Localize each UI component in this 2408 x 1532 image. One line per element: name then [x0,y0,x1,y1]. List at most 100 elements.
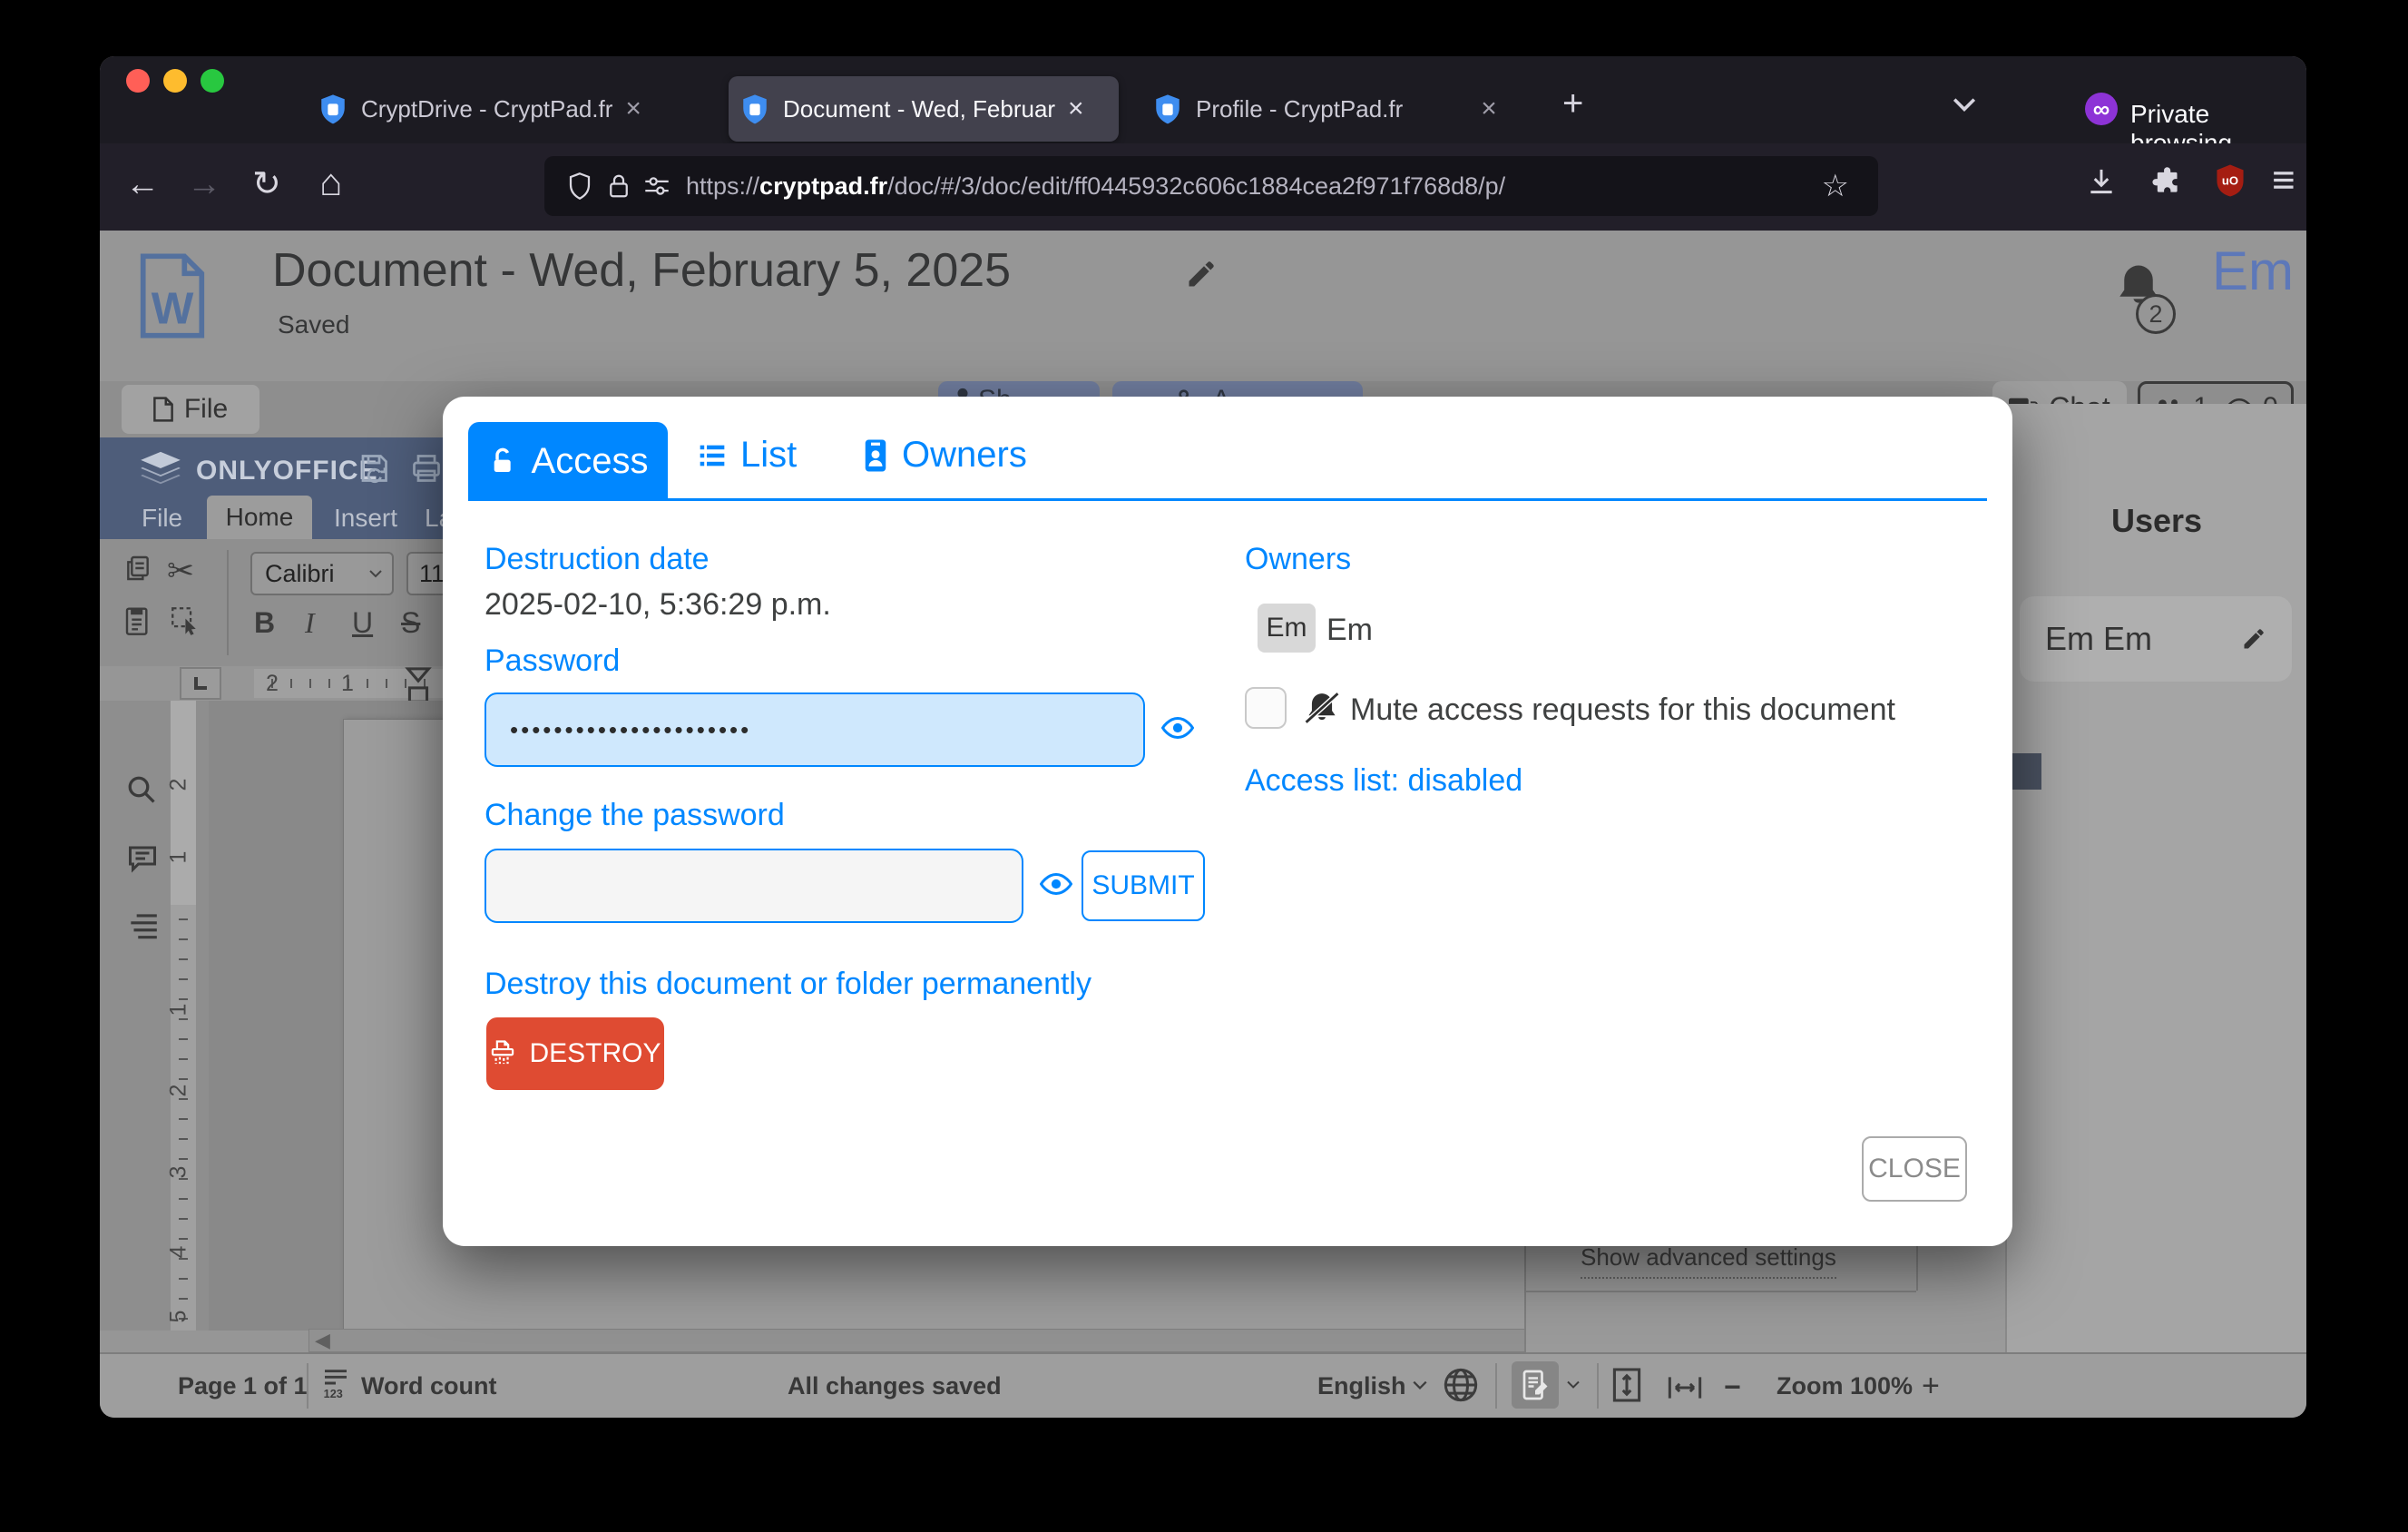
vertical-ruler[interactable]: 2 1 1 2 3 4 5 [171,701,196,1331]
destruction-date-label: Destruction date [485,542,710,577]
permissions-icon[interactable] [644,175,670,197]
tab-stop-selector[interactable] [180,667,221,700]
fit-page-icon[interactable] [1611,1365,1642,1405]
back-icon[interactable]: ← [125,167,160,201]
new-tab-button[interactable]: + [1562,83,1583,124]
list-icon [697,441,728,470]
editing-mode-button[interactable] [1512,1361,1559,1409]
paste-icon[interactable] [123,604,152,637]
underline-button[interactable]: U [352,606,373,640]
select-all-icon[interactable] [169,604,200,635]
extension-puzzle-icon[interactable] [2152,167,2181,196]
destroy-label: Destroy this document or folder permanen… [485,967,1091,1002]
navigation-headings-icon[interactable] [125,911,160,940]
horizontal-scrollbar[interactable]: ◀ ▶ [308,1329,1590,1352]
chevron-down-icon[interactable] [1412,1380,1428,1390]
user-name: Em Em [2045,620,2152,658]
close-button[interactable]: CLOSE [1862,1136,1967,1202]
tracking-shield-icon[interactable] [568,172,592,200]
tab-list[interactable]: List [697,435,797,476]
ruler-margin-band [171,701,196,905]
comments-icon[interactable] [125,842,160,875]
reveal-password-eye-icon[interactable] [1161,716,1194,740]
oo-tab-file[interactable]: File [142,504,182,533]
close-window-button[interactable] [126,69,150,93]
menu-hamburger-icon[interactable]: ≡ [2272,163,2295,198]
tab-title: Document - Wed, February 5, 2 [783,95,1055,123]
strikethrough-button[interactable]: S [401,606,420,640]
italic-button[interactable]: I [305,606,315,640]
font-name-select[interactable]: Calibri [250,552,394,595]
save-icon[interactable] [357,452,390,485]
word-count-icon: 123 [321,1367,350,1399]
save-status: Saved [278,310,349,339]
tab-access-active[interactable]: Access [468,422,668,500]
oo-tab-home-active[interactable]: Home [207,496,312,539]
language-label[interactable]: English [1317,1372,1406,1400]
oo-tab-insert[interactable]: Insert [334,504,397,533]
fit-width-icon[interactable] [1666,1374,1704,1401]
user-card[interactable]: Em Em [2020,596,2292,682]
search-icon[interactable] [125,773,158,806]
home-icon[interactable]: ⌂ [319,165,342,200]
avatar[interactable]: Em [2212,240,2294,302]
shredder-icon [489,1039,516,1068]
reload-icon[interactable]: ↻ [252,167,281,201]
toolbar-divider [227,550,229,655]
tab-close-icon[interactable]: × [1481,93,1497,124]
users-panel-title: Users [2007,502,2306,540]
tab-strip: CryptDrive - CryptPad.fr × Document - We… [100,56,2306,143]
file-menu-button[interactable]: File [122,385,259,434]
chevron-down-icon[interactable] [1566,1380,1581,1390]
scroll-left-arrow[interactable]: ◀ [315,1331,330,1350]
screenshot-root: CryptDrive - CryptPad.fr × Document - We… [0,0,2408,1532]
changes-saved-label: All changes saved [788,1372,1002,1400]
zoom-window-button[interactable] [201,69,224,93]
tab-profile[interactable]: Profile - CryptPad.fr × [1141,76,1533,142]
rename-pencil-icon[interactable] [1185,258,1218,290]
password-input[interactable]: •••••••••••••••••••••• [485,692,1145,767]
access-modal: Access List Owners Destruction date 2025… [443,397,2012,1246]
zoom-in-button[interactable]: + [1922,1369,1940,1404]
list-tabs-chevron-icon[interactable] [1951,96,1978,113]
reveal-new-password-eye-icon[interactable] [1040,872,1072,896]
url-bar[interactable]: https://cryptpad.fr/doc/#/3/doc/edit/ff0… [544,156,1878,216]
status-divider [1597,1363,1599,1409]
cryptpad-shield-icon [319,93,347,124]
new-password-input[interactable] [485,849,1023,923]
submit-button[interactable]: SUBMIT [1082,850,1205,921]
copy-icon[interactable] [123,554,152,583]
tab-owners[interactable]: Owners [862,435,1027,476]
cut-scissors-icon[interactable]: ✂ [167,552,194,590]
word-count-label[interactable]: Word count [361,1372,496,1400]
tab-document-active[interactable]: Document - Wed, February 5, 2 × [729,76,1119,142]
onlyoffice-brand: ONLYOFFICE [196,456,378,486]
minimize-window-button[interactable] [163,69,187,93]
edit-name-pencil-icon[interactable] [2241,626,2266,652]
bold-button[interactable]: B [254,606,275,640]
lock-icon[interactable] [608,172,630,200]
svg-text:uO: uO [2222,173,2238,187]
url-text[interactable]: https://cryptpad.fr/doc/#/3/doc/edit/ff0… [686,172,1505,201]
chevron-down-icon [368,569,383,578]
access-list-link[interactable]: Access list: disabled [1245,763,1522,799]
spellcheck-globe-icon[interactable] [1443,1367,1479,1403]
bell-slash-icon [1303,691,1341,725]
tab-close-icon[interactable]: × [1068,93,1084,124]
tab-close-icon[interactable]: × [625,93,641,124]
indent-marker-icon[interactable] [403,667,434,705]
page-indicator[interactable]: Page 1 of 1 [178,1372,308,1400]
password-label: Password [485,643,620,679]
mute-checkbox[interactable] [1245,687,1287,729]
advanced-settings-link[interactable]: Show advanced settings [1581,1243,1836,1279]
svg-text:W: W [152,283,194,333]
print-icon[interactable] [410,452,443,485]
destroy-button[interactable]: DESTROY [486,1017,664,1090]
bookmark-star-icon[interactable]: ☆ [1822,168,1849,204]
ublock-icon[interactable]: uO [2216,163,2245,198]
tab-cryptdrive[interactable]: CryptDrive - CryptPad.fr × [307,76,704,142]
download-icon[interactable] [2087,167,2116,196]
tab-title: Profile - CryptPad.fr [1196,95,1403,123]
zoom-out-button[interactable]: − [1724,1370,1741,1404]
forward-icon[interactable]: → [187,167,221,201]
